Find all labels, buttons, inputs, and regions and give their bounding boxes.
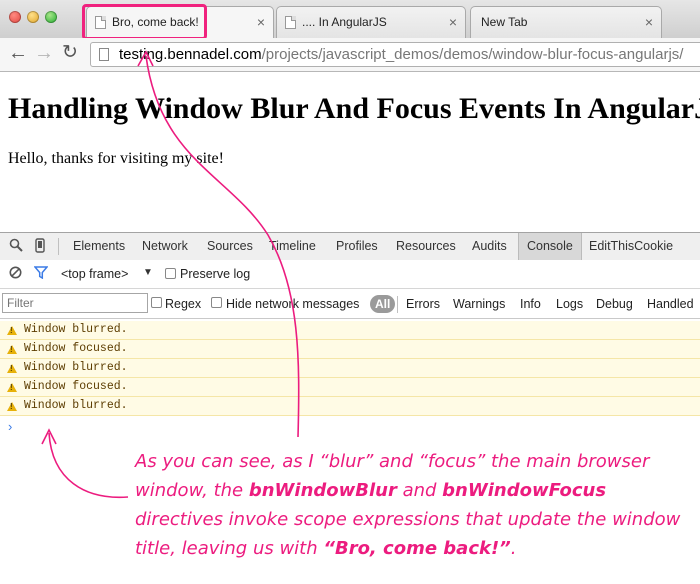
annotation-text: As you can see, as I “blur” and “focus” … [135, 451, 681, 559]
